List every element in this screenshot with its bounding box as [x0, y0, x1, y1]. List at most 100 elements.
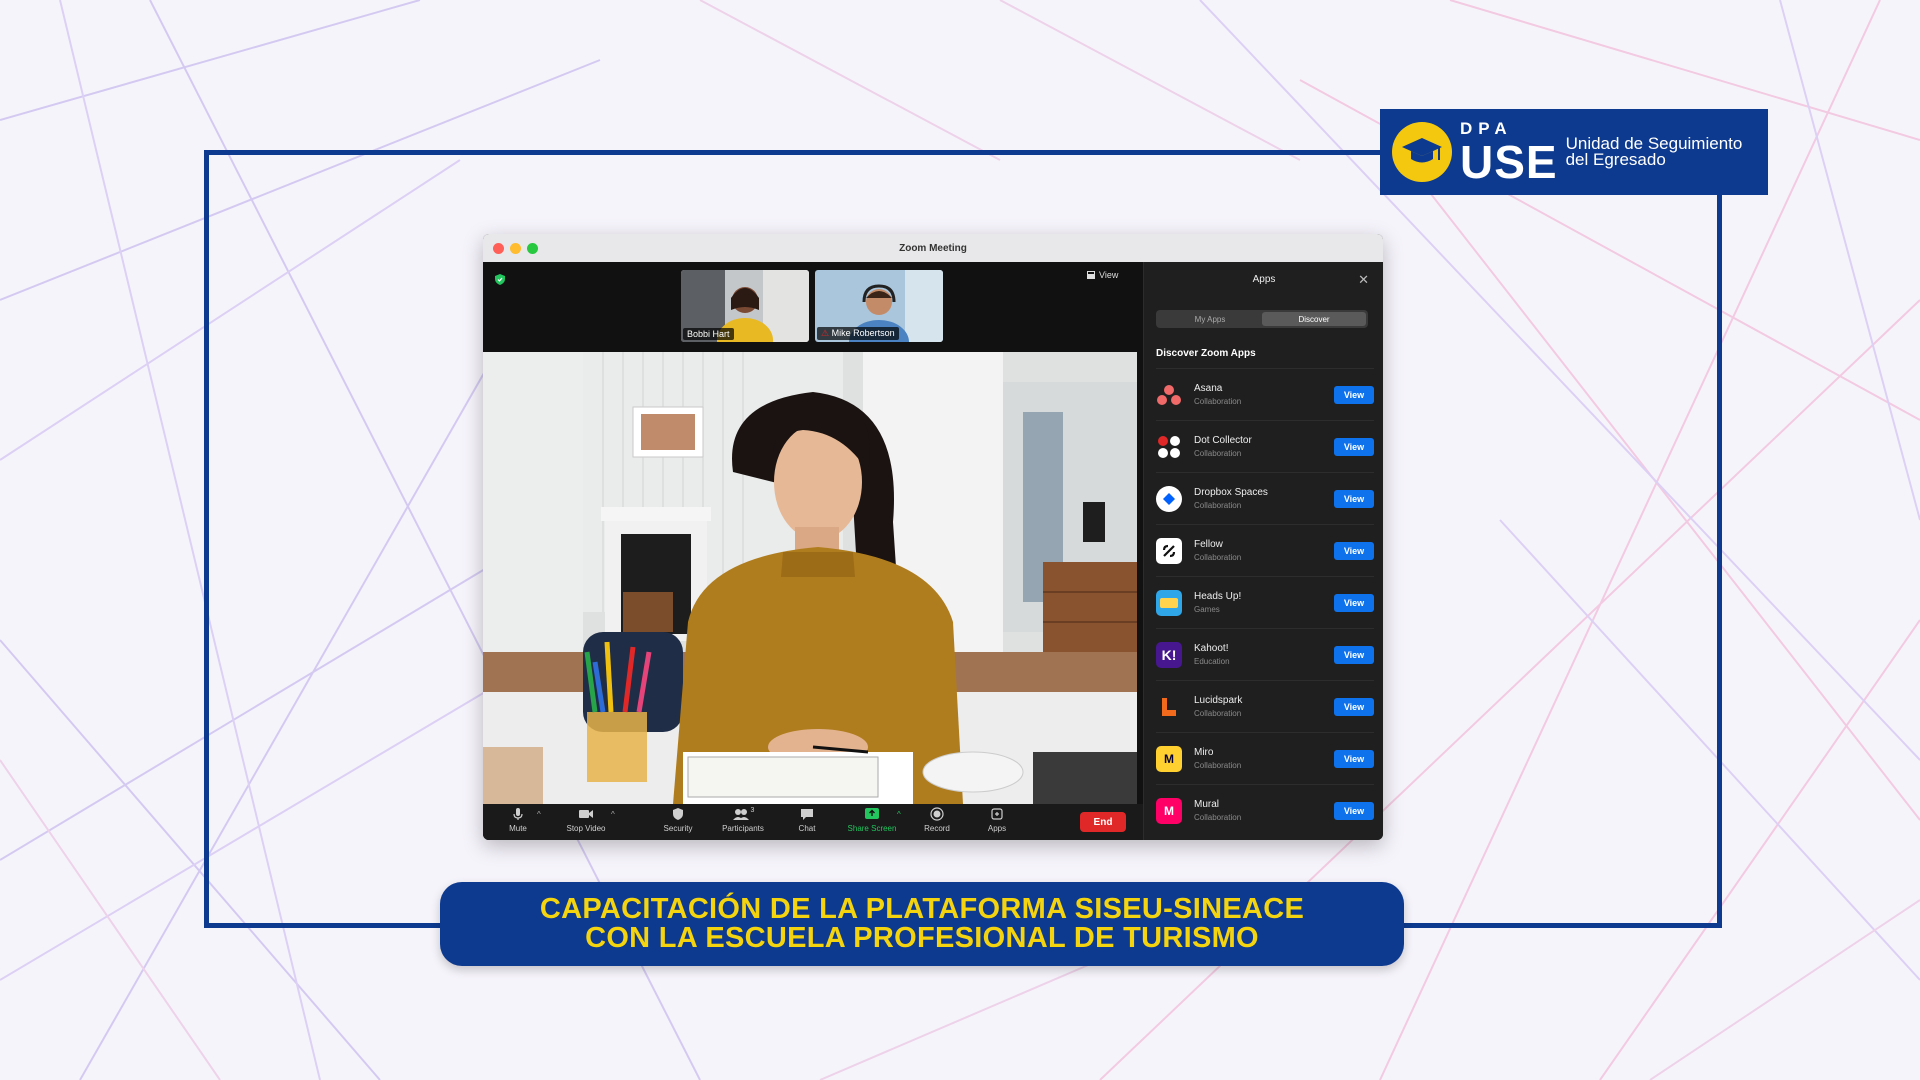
view-label: View	[1099, 270, 1119, 280]
security-label: Security	[663, 824, 693, 833]
audio-options-chevron-icon[interactable]: ^	[537, 810, 541, 819]
app-category: Games	[1194, 605, 1220, 614]
app-name: Lucidspark	[1194, 695, 1243, 706]
video-camera-icon	[579, 810, 593, 818]
muted-mic-icon: ⚠	[821, 328, 830, 338]
end-meeting-button[interactable]: End	[1080, 812, 1126, 832]
view-button[interactable]: View	[1087, 270, 1118, 280]
app-name: Heads Up!	[1194, 591, 1242, 602]
apps-panel: Apps ✕ My Apps Discover Discover Zoom Ap…	[1143, 262, 1383, 840]
asana-icon	[1156, 382, 1182, 408]
fellow-icon	[1156, 537, 1182, 564]
apps-icon	[991, 808, 1003, 820]
heads-up-icon	[1156, 589, 1182, 616]
app-category: Education	[1194, 657, 1230, 666]
apps-button[interactable]: Apps	[962, 807, 1032, 833]
video-options-chevron-icon[interactable]: ^	[611, 810, 615, 819]
window-titlebar: Zoom Meeting	[483, 234, 1383, 262]
app-category: Collaboration	[1194, 449, 1242, 458]
logo-subtitle: Unidad de Seguimiento del Egresado	[1565, 135, 1743, 169]
app-category: Collaboration	[1194, 397, 1242, 406]
participant-name-2: ⚠ Mike Robertson	[817, 327, 899, 340]
window-controls	[493, 243, 538, 254]
view-app-button[interactable]: View	[1334, 438, 1374, 456]
app-name: Mural	[1194, 799, 1220, 810]
maximize-window-button[interactable]	[527, 243, 538, 254]
zoom-window: Zoom Meeting View Bobbi Hart ⚠ Mike Robe…	[483, 234, 1383, 840]
app-category: Collaboration	[1194, 501, 1242, 510]
chat-label: Chat	[798, 824, 816, 833]
list-item: M Mural Collaboration View	[1156, 784, 1374, 836]
tab-discover[interactable]: Discover	[1262, 312, 1366, 326]
meeting-toolbar: Mute ^ Stop Video ^ Security 3 Participa…	[483, 804, 1143, 840]
kahoot-icon: K!	[1156, 641, 1182, 668]
mute-button[interactable]: Mute	[483, 807, 553, 833]
list-item: Lucidspark Collaboration View	[1156, 680, 1374, 732]
mural-icon: M	[1156, 797, 1182, 824]
logo-line2: del Egresado	[1565, 150, 1666, 169]
miro-icon: M	[1156, 745, 1182, 772]
app-category: Collaboration	[1194, 761, 1242, 770]
window-title: Zoom Meeting	[899, 242, 967, 254]
app-name: Dot Collector	[1194, 435, 1252, 446]
lucidspark-icon	[1156, 694, 1182, 720]
app-name: Miro	[1194, 747, 1214, 758]
participant-name-2-text: Mike Robertson	[831, 328, 895, 338]
security-shield-icon	[673, 808, 683, 820]
banner-line2: CON LA ESCUELA PROFESIONAL DE TURISMO	[585, 922, 1259, 954]
participants-icon	[732, 809, 749, 820]
discover-heading: Discover Zoom Apps	[1156, 348, 1256, 359]
participants-label: Participants	[722, 824, 764, 833]
view-app-button[interactable]: View	[1334, 802, 1374, 820]
participant-thumbnail-2[interactable]: ⚠ Mike Robertson	[815, 270, 943, 342]
security-button[interactable]: Security	[643, 807, 713, 833]
banner-line1: CAPACITACIÓN DE LA PLATAFORMA SISEU-SINE…	[539, 893, 1305, 925]
meeting-area: View Bobbi Hart ⚠ Mike Robertson Mute ^ …	[483, 262, 1143, 840]
logo-dpa: DPA	[1460, 118, 1513, 138]
app-category: Collaboration	[1194, 553, 1242, 562]
view-app-button[interactable]: View	[1334, 490, 1374, 508]
chat-button[interactable]: Chat	[772, 807, 842, 833]
list-item: Dot Collector Collaboration View	[1156, 420, 1374, 472]
logo-wordmark: DPA USE	[1460, 120, 1558, 185]
share-options-chevron-icon[interactable]: ^	[897, 810, 901, 819]
chat-bubble-icon	[801, 809, 813, 820]
view-app-button[interactable]: View	[1334, 386, 1374, 404]
app-category: Collaboration	[1194, 709, 1242, 718]
mute-label: Mute	[509, 824, 527, 833]
participant-thumbnail-1[interactable]: Bobbi Hart	[681, 270, 809, 342]
app-name: Fellow	[1194, 539, 1223, 550]
app-list: Asana Collaboration View Dot Collector Col…	[1156, 368, 1374, 836]
record-label: Record	[924, 824, 950, 833]
grid-view-icon	[1087, 271, 1095, 279]
microphone-icon	[513, 808, 523, 820]
app-category: Collaboration	[1194, 813, 1242, 822]
view-app-button[interactable]: View	[1334, 594, 1374, 612]
view-app-button[interactable]: View	[1334, 698, 1374, 716]
share-screen-icon	[865, 808, 879, 819]
minimize-window-button[interactable]	[510, 243, 521, 254]
graduation-cap-icon	[1392, 122, 1452, 182]
tab-my-apps[interactable]: My Apps	[1158, 312, 1262, 326]
apps-panel-title: Apps	[1252, 274, 1276, 285]
app-name: Asana	[1194, 383, 1223, 394]
close-window-button[interactable]	[493, 243, 504, 254]
share-screen-label: Share Screen	[847, 824, 897, 833]
view-app-button[interactable]: View	[1334, 646, 1374, 664]
encryption-shield-icon[interactable]	[495, 272, 505, 290]
caption-banner: CAPACITACIÓN DE LA PLATAFORMA SISEU-SINE…	[440, 882, 1404, 966]
list-item: M Miro Collaboration View	[1156, 732, 1374, 784]
dot-collector-icon	[1156, 434, 1182, 460]
app-name: Kahoot!	[1194, 643, 1229, 654]
view-app-button[interactable]: View	[1334, 750, 1374, 768]
app-name: Dropbox Spaces	[1194, 487, 1268, 498]
participants-button[interactable]: 3 Participants	[708, 807, 778, 833]
list-item: K! Kahoot! Education View	[1156, 628, 1374, 680]
view-app-button[interactable]: View	[1334, 542, 1374, 560]
list-item: Dropbox Spaces Collaboration View	[1156, 472, 1374, 524]
active-speaker-video	[483, 352, 1137, 804]
record-icon	[930, 807, 944, 821]
logo-use: USE	[1460, 135, 1558, 188]
list-item: Heads Up! Games View	[1156, 576, 1374, 628]
close-icon[interactable]: ✕	[1358, 272, 1369, 288]
